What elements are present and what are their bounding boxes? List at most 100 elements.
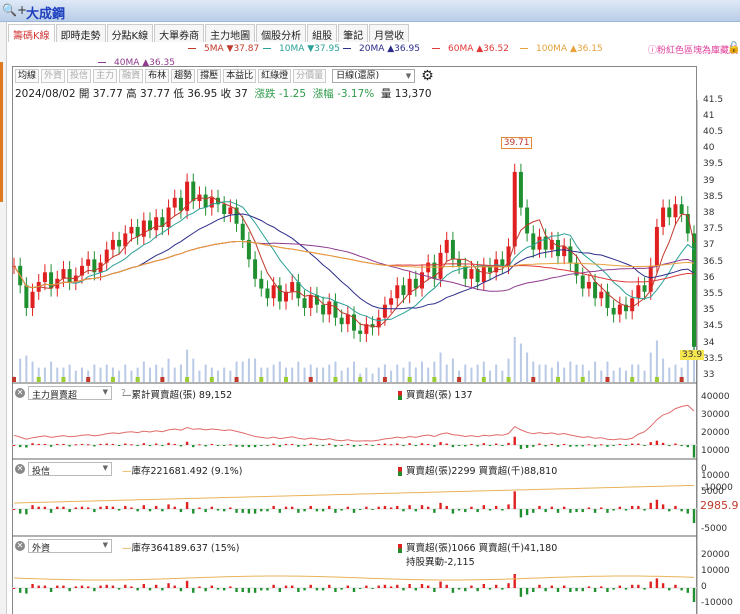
candle	[457, 259, 462, 266]
volume-bar	[93, 364, 96, 382]
flow-bar	[192, 509, 195, 514]
flow-bar	[538, 584, 541, 588]
flow-bar	[457, 445, 461, 446]
flow-bar	[519, 445, 523, 449]
flow-bar	[49, 445, 53, 447]
flow-bar	[56, 443, 59, 445]
flow-bar	[99, 585, 102, 588]
flow-bar	[352, 588, 356, 592]
flow-bar	[377, 443, 380, 445]
flow-bar	[581, 445, 584, 447]
event-marker	[580, 377, 585, 382]
flow-bar	[525, 588, 529, 595]
flow-bar	[674, 505, 677, 509]
flow-bar	[426, 506, 430, 509]
candle	[401, 285, 406, 295]
flow-bar	[290, 443, 294, 445]
flow-bar	[519, 509, 523, 518]
panel-header-1: ✕ 投信 ▼	[15, 462, 112, 477]
candle	[562, 246, 567, 257]
volume-bar	[402, 367, 405, 382]
panel-indicator-select[interactable]: 投信 ▼	[28, 462, 112, 477]
flow-bar	[445, 505, 448, 509]
flow-bar	[600, 586, 603, 588]
candle	[110, 239, 115, 250]
flow-bar	[396, 584, 399, 588]
flow-bar	[290, 506, 294, 509]
candle	[259, 278, 264, 289]
flow-bar	[179, 445, 183, 447]
volume-bar	[396, 364, 399, 382]
candle	[518, 171, 523, 208]
price-axis-tick: 33.5	[703, 353, 724, 364]
panel-indicator-select[interactable]: 外資 ▼	[28, 539, 112, 554]
flow-bar	[161, 588, 164, 591]
line-legend-dash: —	[122, 466, 132, 477]
flow-bar	[99, 443, 102, 445]
flow-bar	[222, 445, 226, 447]
flow-bar	[606, 445, 609, 447]
panel-axis-tick: 5000	[701, 487, 724, 497]
flow-bar	[507, 583, 510, 588]
volume-bar	[519, 343, 522, 382]
flow-bar	[346, 585, 350, 588]
flow-bar	[105, 505, 108, 509]
flow-bar	[43, 443, 47, 445]
volume-bar	[254, 358, 257, 382]
volume-bar	[56, 367, 59, 382]
flow-bar	[56, 585, 59, 588]
close-panel-icon[interactable]: ✕	[15, 388, 25, 398]
flow-bar	[488, 509, 492, 511]
panel-axis-tick: 0	[701, 582, 707, 592]
candle	[444, 239, 449, 253]
holding-change-text: 持股異動-2,115	[406, 557, 475, 568]
flow-bar	[507, 442, 510, 445]
candle	[333, 301, 338, 318]
flow-bar	[507, 504, 510, 509]
candle	[228, 207, 233, 214]
price-axis-tick: 38.5	[703, 191, 724, 202]
flow-bar	[476, 445, 479, 447]
event-marker	[358, 377, 363, 382]
candle	[500, 259, 505, 266]
close-panel-icon[interactable]: ✕	[15, 541, 25, 551]
panel-axis-tick: 10000	[701, 471, 730, 481]
candle	[611, 307, 616, 315]
flow-bar	[655, 578, 659, 588]
volume-bar	[625, 370, 627, 382]
event-marker	[432, 377, 437, 382]
flow-bar	[136, 509, 139, 512]
flow-bar	[396, 505, 399, 509]
flow-bar	[198, 444, 201, 446]
price-chart[interactable]	[0, 0, 740, 614]
volume-bar	[167, 358, 170, 382]
bar-legend-text: 買賣超(張) 137	[406, 390, 473, 401]
volume-bar	[192, 358, 195, 382]
volume-bar	[19, 358, 22, 382]
candle	[661, 207, 666, 227]
panel-select-value: 主力買賣超	[32, 391, 78, 401]
event-marker	[234, 377, 239, 382]
flow-bar	[575, 445, 578, 447]
price-axis-tick: 33	[703, 370, 715, 380]
panel-indicator-select[interactable]: 主力買賣超 ▼	[28, 386, 112, 401]
flow-bar	[433, 445, 436, 447]
flow-bar	[630, 584, 634, 588]
volume-bar	[445, 364, 448, 382]
flow-bar	[624, 509, 628, 511]
volume-bar	[217, 370, 219, 382]
candle	[321, 304, 326, 315]
bar-legend-icon	[398, 391, 402, 400]
bar-legend-icon	[398, 544, 402, 553]
candle	[172, 197, 177, 208]
flow-bar	[321, 445, 325, 447]
flow-bar	[260, 445, 263, 447]
close-panel-icon[interactable]: ✕	[15, 464, 25, 474]
flow-bar	[278, 588, 282, 592]
event-marker	[481, 377, 486, 382]
flow-bar	[198, 507, 201, 509]
candle	[345, 314, 350, 325]
volume-bar	[204, 364, 207, 382]
volume-bar	[674, 364, 677, 382]
volume-bar	[241, 361, 244, 382]
